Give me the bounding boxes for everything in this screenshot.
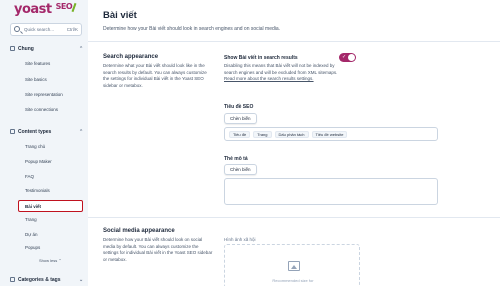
variable-chip[interactable]: Trang (253, 131, 272, 138)
chevron-up-icon: ⌃ (58, 258, 62, 263)
toggle-description: Disabling this means that Bài viết will … (224, 63, 344, 83)
nav-group-general[interactable]: Chung ⌃ (10, 46, 83, 52)
search-appearance-title: Search appearance (103, 54, 159, 60)
meta-description-field[interactable] (224, 178, 438, 205)
nav-group-label: Categories & tags (18, 277, 61, 283)
show-in-search-toggle[interactable]: ✓ (339, 53, 356, 62)
variable-chip[interactable]: Tiêu đề website (311, 131, 348, 138)
logo-suffix: SEO (55, 2, 73, 11)
variable-chips: Tiêu đề Trang Dấu phân tách Tiêu đề webs… (229, 131, 348, 138)
yoast-logo[interactable]: yoast SEO (14, 2, 77, 17)
sidebar-item-site-basics[interactable]: Site basics (25, 77, 47, 82)
nav-group-categories[interactable]: Categories & tags ⌄ (10, 277, 83, 283)
sidebar-item-site-connections[interactable]: Site connections (25, 107, 58, 112)
check-icon: ✓ (342, 54, 347, 60)
search-appearance-description: Determine what your Bài viết should look… (103, 63, 207, 88)
insert-variable-button[interactable]: Chèn biến (224, 113, 257, 124)
chevron-up-icon: ⌃ (79, 46, 84, 52)
variable-chip[interactable]: Dấu phân tách (274, 131, 309, 138)
categories-icon (10, 277, 15, 282)
social-appearance-description: Determine how your Bài viết should look … (103, 237, 213, 262)
social-appearance-title: Social media appearance (103, 228, 175, 234)
seo-title-label: Tiêu đề SEO (224, 104, 254, 110)
image-hint: Recommended size for (272, 278, 314, 283)
sidebar-item-trang[interactable]: Trang (25, 217, 37, 222)
social-image-label: Hình ảnh xã hội (224, 237, 256, 242)
search-shortcut: Ctrl/K (66, 27, 78, 32)
toggle-description-text: Disabling this means that Bài viết will … (224, 63, 338, 75)
quick-search-input[interactable]: Quick search... Ctrl/K (10, 23, 82, 36)
page-title: Bài viết (103, 10, 137, 21)
meta-description-label: Thẻ mô tả (224, 156, 248, 162)
general-icon (10, 46, 15, 51)
image-icon (288, 261, 300, 271)
divider (88, 217, 500, 218)
chevron-up-icon: ⌃ (79, 129, 84, 135)
search-placeholder: Quick search... (24, 27, 55, 32)
variable-chip[interactable]: Tiêu đề (229, 131, 251, 138)
sidebar-item-site-features[interactable]: Site features (25, 61, 50, 66)
search-icon (14, 26, 20, 32)
show-less-label: Show less (39, 258, 58, 263)
sidebar-item-label: Bài viết (25, 204, 42, 209)
seo-title-field[interactable]: Tiêu đề Trang Dấu phân tách Tiêu đề webs… (224, 127, 438, 141)
sidebar: yoast SEO Quick search... Ctrl/K Chung ⌃… (0, 0, 87, 286)
nav-group-content-types[interactable]: Content types ⌃ (10, 129, 83, 135)
read-more-link[interactable]: Read more about the search results setti… (224, 76, 314, 81)
divider (88, 41, 500, 42)
show-less-button[interactable]: Show less ⌃ (39, 258, 62, 263)
logo-text: yoast (14, 2, 52, 17)
nav-group-label: Content types (18, 129, 52, 135)
social-image-dropzone[interactable]: Recommended size for (224, 244, 360, 286)
logo-slash-icon (71, 2, 77, 13)
toggle-label: Show Bài viết in search results (224, 55, 298, 61)
sidebar-item-du-an[interactable]: Dự án (25, 232, 38, 237)
content-types-icon (10, 129, 15, 134)
sidebar-item-popups[interactable]: Popups (25, 245, 40, 250)
sidebar-item-bai-viet[interactable]: Bài viết (18, 200, 83, 212)
nav-group-label: Chung (18, 46, 34, 52)
sidebar-item-faq[interactable]: FAQ (25, 174, 34, 179)
sidebar-item-popup-maker[interactable]: Popup Maker (25, 159, 52, 164)
page-subtitle: Determine how your Bài viết should look … (103, 26, 281, 32)
sidebar-item-site-representation[interactable]: Site representation (25, 92, 63, 97)
sidebar-item-testimonials[interactable]: Testimonials (25, 188, 50, 193)
sidebar-item-trang-chu[interactable]: Trang chủ (25, 144, 45, 149)
toggle-knob (348, 54, 355, 61)
chevron-down-icon: ⌄ (79, 277, 84, 283)
main-panel: Bài viết Determine how your Bài viết sho… (88, 0, 500, 286)
insert-variable-button-2[interactable]: Chèn biến (224, 164, 257, 175)
